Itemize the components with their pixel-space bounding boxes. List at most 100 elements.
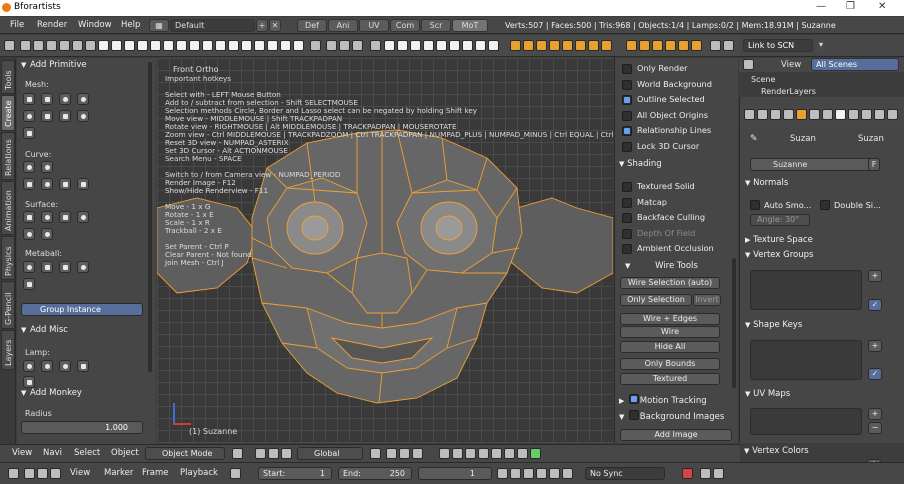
pivot-icon[interactable] [255,448,266,459]
record-icon[interactable] [682,468,693,479]
grid-icon[interactable] [488,40,499,51]
snap-icon[interactable] [626,40,637,51]
menu-icon[interactable] [4,40,15,51]
tab-tools[interactable]: Tools [1,60,15,94]
meta-capsule-icon[interactable] [41,261,53,273]
layer-icon[interactable] [465,448,476,459]
fake-user-button[interactable]: F [868,158,880,171]
transform-icon[interactable] [510,40,521,51]
tl-menu-view[interactable]: View [70,468,90,478]
meta-ball-icon[interactable] [23,261,35,273]
snap-icon[interactable] [639,40,650,51]
lamp-hemi-icon[interactable] [77,360,89,372]
circle-icon[interactable] [410,40,421,51]
keyframe-insert-icon[interactable] [713,468,724,479]
snap-icon[interactable] [665,40,676,51]
mesh-name-field[interactable]: Suzanne [750,158,880,171]
tl-menu-playback[interactable]: Playback [180,468,218,478]
format-icon[interactable] [124,40,135,51]
surface-curve-icon[interactable] [23,211,35,223]
uv-sphere-icon[interactable] [77,93,89,105]
shelf-scrollbar[interactable] [148,62,152,372]
render-icon[interactable] [710,40,721,51]
shape-keys-list[interactable] [750,340,862,380]
menu-file[interactable]: File [10,20,24,30]
history-icon[interactable] [352,40,363,51]
manipulator-icon[interactable] [268,448,279,459]
import-icon[interactable] [98,40,109,51]
screen-tab-def[interactable]: Def [297,19,327,32]
save-file-icon[interactable] [46,40,57,51]
uv-sphere-icon[interactable] [423,40,434,51]
wire-tools-header[interactable]: ▼ Wire Tools [625,261,698,274]
cylinder-icon[interactable] [449,40,460,51]
invert-button[interactable]: Invert [693,294,721,306]
physics-tab-icon[interactable] [887,109,898,120]
snap-element-icon[interactable] [399,448,410,459]
snap-icon[interactable] [652,40,663,51]
tab-create[interactable]: Create [1,95,15,131]
object-tab-icon[interactable] [796,109,807,120]
next-keyframe-icon[interactable] [549,468,560,479]
add-menu-icon[interactable] [370,40,381,51]
display-option-checkbox[interactable] [622,141,632,152]
scene-item[interactable]: Scene [751,75,775,84]
vp-menu-select[interactable]: Select [74,448,100,458]
texture-space-panel-header[interactable]: ▶ Texture Space [745,235,813,248]
screen-tab-ani[interactable]: Ani [328,19,358,32]
tab-relations[interactable]: Relations [1,132,15,180]
sync-mode-select[interactable]: No Sync [585,467,665,480]
link-icon[interactable] [72,40,83,51]
layer-icon[interactable] [491,448,502,459]
redo-icon[interactable] [339,40,350,51]
play-icon[interactable] [536,468,547,479]
uv-maps-list[interactable] [750,408,862,435]
tab-animation[interactable]: Animation [1,181,15,235]
layer-icon[interactable] [517,448,528,459]
layer-icon[interactable] [452,448,463,459]
snap-icon[interactable] [691,40,702,51]
use-preview-range-icon[interactable] [230,468,241,479]
keyframe-type-icon[interactable] [700,468,711,479]
remove-layout-button[interactable]: ✕ [269,19,281,32]
npanel-scrollbar[interactable] [732,258,736,388]
auto-smooth-checkbox[interactable] [750,200,760,210]
bezier-icon[interactable] [23,161,35,173]
object-breadcrumb[interactable]: Suzan [790,134,816,144]
uv-map-remove-button[interactable]: − [868,422,882,434]
only-selection-button[interactable]: Only Selection [620,294,692,306]
display-option-checkbox[interactable] [622,79,632,90]
format-icon[interactable] [176,40,187,51]
display-option-checkbox[interactable] [622,95,632,105]
cube-icon[interactable] [41,93,53,105]
curve-extra-icon[interactable] [77,178,89,190]
format-icon[interactable] [189,40,200,51]
transform-icon[interactable] [562,40,573,51]
lamp-spot-icon[interactable] [59,360,71,372]
end-frame-field[interactable]: End: 250 [338,467,412,480]
motion-tracking-checkbox[interactable] [629,394,640,404]
surface-circle-icon[interactable] [41,211,53,223]
format-icon[interactable] [150,40,161,51]
shading-option-checkbox[interactable] [622,182,632,192]
angle-field[interactable]: Angle: 30° [750,214,810,226]
constraints-tab-icon[interactable] [809,109,820,120]
display-option-checkbox[interactable] [622,110,632,121]
meta-ellipsoid-icon[interactable] [77,261,89,273]
screen-layout-icon[interactable]: ▦ [149,19,169,32]
save-as-icon[interactable] [59,40,70,51]
layer-active-icon[interactable] [530,448,541,459]
add-primitive-panel-header[interactable]: ▼ Add Primitive [17,59,156,72]
world-tab-icon[interactable] [783,109,794,120]
add-misc-panel-header[interactable]: ▼ Add Misc [17,324,156,337]
group-instance-select[interactable]: Group Instance [21,303,143,316]
particles-tab-icon[interactable] [874,109,885,120]
layout-select[interactable]: Default [170,19,255,32]
shading-option-checkbox[interactable] [622,244,632,254]
shading-option-checkbox[interactable] [622,213,632,223]
vp-menu-view[interactable]: View [12,448,32,458]
menu-help[interactable]: Help [121,20,140,30]
tab-gpencil[interactable]: G-Pencil [1,281,15,329]
minimize-button[interactable]: — [816,1,826,12]
surface-sphere-icon[interactable] [23,228,35,240]
